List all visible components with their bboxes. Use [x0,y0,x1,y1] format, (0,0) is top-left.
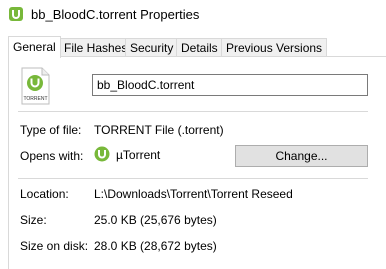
change-button[interactable]: Change... [235,145,368,167]
type-value: TORRENT File (.torrent) [94,123,224,137]
utorrent-app-icon [94,146,110,162]
tab-security[interactable]: Security [125,38,179,56]
tab-file-hashes[interactable]: File Hashes [59,38,133,56]
tab-general[interactable]: General [8,36,61,58]
type-label: Type of file: [20,123,82,137]
filename-field[interactable]: bb_BloodC.torrent [92,74,368,96]
size-on-disk-label: Size on disk: [20,239,89,253]
location-label: Location: [20,187,69,201]
tab-details[interactable]: Details [176,38,223,56]
separator [18,178,368,179]
torrent-file-icon: TORRENT [21,67,50,105]
size-label: Size: [20,213,47,227]
separator [18,111,368,112]
file-icon-caption: TORRENT [23,96,47,102]
window-title: bb_BloodC.torrent Properties [31,7,200,22]
location-value: L:\Downloads\Torrent\Torrent Reseed [94,187,293,201]
size-value: 25.0 KB (25,676 bytes) [94,213,217,227]
utorrent-icon [9,7,23,21]
size-on-disk-value: 28.0 KB (28,672 bytes) [94,239,217,253]
tab-previous-versions[interactable]: Previous Versions [221,38,328,56]
opens-with-app: µTorrent [116,148,161,162]
opens-with-label: Opens with: [20,149,84,163]
title-bar: bb_BloodC.torrent Properties [0,0,386,30]
